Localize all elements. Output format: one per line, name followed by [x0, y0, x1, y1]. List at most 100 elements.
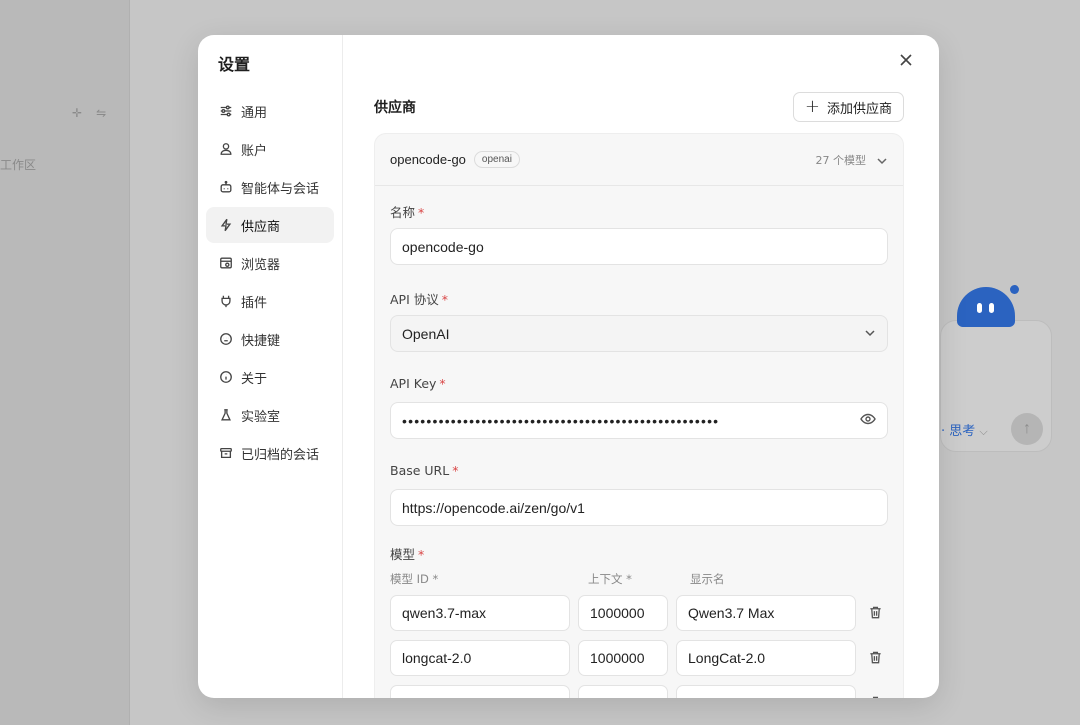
nav-item-label: 智能体与会话: [241, 181, 320, 197]
nav-item-agents[interactable]: 智能体与会话: [206, 169, 334, 205]
provider-card-header[interactable]: opencode-go openai 27 个模型: [375, 134, 903, 186]
col-display-name: 显示名: [690, 572, 725, 586]
required-mark: *: [452, 463, 459, 478]
api-key-value: ••••••••••••••••••••••••••••••••••••••••…: [402, 412, 720, 429]
models-label: 模型 *: [390, 544, 888, 563]
settings-content: 供应商 + 添加供应商 opencode-go openai 27 个模型 名称…: [343, 35, 939, 698]
name-label-text: 名称: [390, 205, 416, 220]
bolt-icon: [218, 217, 234, 233]
api-key-field[interactable]: ••••••••••••••••••••••••••••••••••••••••…: [390, 402, 888, 439]
name-label: 名称 *: [390, 202, 888, 220]
add-provider-label: 添加供应商: [826, 101, 892, 117]
browser-icon: [218, 255, 234, 271]
api-key-label-text: API Key: [390, 376, 437, 391]
think-text: · 思考: [941, 424, 976, 439]
model-count: 27 个模型: [815, 153, 867, 167]
nav-item-label: 浏览器: [241, 257, 281, 273]
chevron-down-icon: ⌵: [979, 425, 988, 438]
required-mark: *: [418, 205, 425, 220]
nav-item-general[interactable]: 通用: [206, 93, 334, 129]
nav-item-label: 通用: [241, 105, 268, 121]
model-row: qwen3.7-max 1000000 Qwen3.7 Max: [390, 595, 888, 631]
nav-item-label: 已归档的会话: [241, 447, 320, 463]
models-label-text: 模型: [390, 547, 416, 562]
close-icon: [900, 54, 912, 66]
model-row: longcat-2.0 1000000 LongCat-2.0: [390, 640, 888, 676]
robot-icon: [218, 179, 234, 195]
providers-header: 供应商 + 添加供应商: [374, 92, 904, 122]
nav-item-providers[interactable]: 供应商: [206, 207, 334, 243]
required-mark: *: [439, 376, 446, 391]
nav-item-shortcuts[interactable]: 快捷键: [206, 321, 334, 357]
protocol-select[interactable]: OpenAI: [390, 315, 888, 352]
plus-icon: +: [804, 96, 820, 117]
model-display-name-input[interactable]: Qwen3.7 Max: [676, 595, 856, 631]
base-url-value: https://opencode.ai/zen/go/v1: [402, 499, 585, 516]
chevron-down-icon[interactable]: [876, 154, 888, 166]
protocol-value: OpenAI: [402, 325, 450, 342]
user-icon: [218, 141, 234, 157]
name-value: opencode-go: [402, 238, 484, 255]
plugin-icon: [218, 293, 234, 309]
settings-title: 设置: [218, 55, 251, 74]
model-context-input[interactable]: 1000000: [578, 685, 668, 698]
send-icon: ↑: [1011, 413, 1043, 445]
model-display-name-input[interactable]: DeepSeek V4 Flash Vision: [676, 685, 856, 698]
protocol-label-text: API 协议: [390, 292, 439, 307]
model-context-input[interactable]: 1000000: [578, 595, 668, 631]
name-field[interactable]: opencode-go: [390, 228, 888, 265]
background-sidebar: [0, 0, 130, 725]
nav-item-label: 供应商: [241, 219, 281, 235]
nav-item-label: 实验室: [241, 409, 281, 425]
info-icon: [218, 369, 234, 385]
close-button[interactable]: [895, 49, 917, 71]
models-column-headers: 模型 ID * 上下文 * 显示名: [390, 571, 888, 587]
sliders-icon: [218, 103, 234, 119]
sparkle-icon: ✛: [72, 106, 83, 120]
background-toolbar: ✛ ⇋: [72, 106, 106, 120]
background-think-label: · 思考 ⌵: [941, 420, 988, 439]
keyboard-icon: [218, 331, 234, 347]
model-id-input[interactable]: qwen3.7-max: [390, 595, 570, 631]
nav-item-account[interactable]: 账户: [206, 131, 334, 167]
model-id-input[interactable]: longcat-2.0: [390, 640, 570, 676]
required-mark: *: [441, 292, 448, 307]
section-title: 供应商: [374, 100, 416, 116]
provider-form: 名称 * opencode-go API 协议 * OpenAI API Key * …: [375, 186, 903, 698]
nav-item-label: 账户: [241, 143, 268, 159]
provider-name: opencode-go: [390, 152, 466, 167]
nav-item-plugins[interactable]: 插件: [206, 283, 334, 319]
trash-icon[interactable]: [868, 695, 884, 698]
chevron-down-icon: [864, 326, 876, 342]
provider-type-badge: openai: [473, 151, 520, 168]
model-id-input[interactable]: deepseek-v4-flash-vision: [390, 685, 570, 698]
base-url-label-text: Base URL: [390, 463, 450, 478]
settings-modal: 设置 通用 账户 智能体与会话 供应商 浏览器 插件 快捷键 关于 实验室 已归…: [198, 35, 939, 698]
models-list: qwen3.7-max 1000000 Qwen3.7 Max longcat-…: [390, 595, 888, 698]
add-provider-button[interactable]: + 添加供应商: [792, 92, 904, 122]
nav-item-lab[interactable]: 实验室: [206, 397, 334, 433]
col-model-id: 模型 ID *: [390, 572, 439, 586]
base-url-label: Base URL *: [390, 463, 888, 481]
nav-item-about[interactable]: 关于: [206, 359, 334, 395]
nav-item-archived[interactable]: 已归档的会话: [206, 435, 334, 471]
archive-icon: [218, 445, 234, 461]
nav-item-label: 插件: [241, 295, 268, 311]
provider-card: opencode-go openai 27 个模型 名称 * opencode-g…: [374, 133, 904, 698]
api-key-label: API Key *: [390, 376, 888, 394]
model-context-input[interactable]: 1000000: [578, 640, 668, 676]
trash-icon[interactable]: [868, 650, 884, 666]
model-display-name-input[interactable]: LongCat-2.0: [676, 640, 856, 676]
nav-item-browser[interactable]: 浏览器: [206, 245, 334, 281]
eye-icon[interactable]: [854, 411, 876, 430]
model-row: deepseek-v4-flash-vision 1000000 DeepSee…: [390, 685, 888, 698]
trash-icon[interactable]: [868, 605, 884, 621]
settings-nav: 设置 通用 账户 智能体与会话 供应商 浏览器 插件 快捷键 关于 实验室 已归…: [198, 35, 343, 698]
nav-item-label: 关于: [241, 371, 268, 387]
base-url-field[interactable]: https://opencode.ai/zen/go/v1: [390, 489, 888, 526]
required-mark: *: [418, 547, 425, 562]
filter-icon: ⇋: [96, 106, 107, 120]
flask-icon: [218, 407, 234, 423]
nav-item-label: 快捷键: [241, 333, 281, 349]
col-context: 上下文 *: [588, 572, 632, 586]
